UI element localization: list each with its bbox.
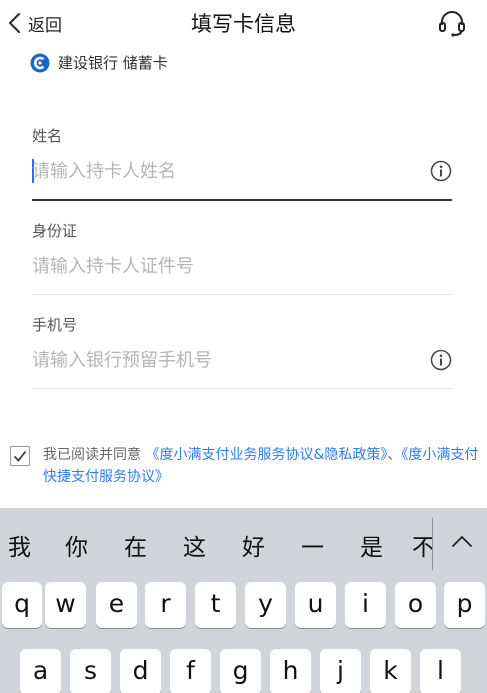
id-field: 身份证 [32,220,452,295]
key-i[interactable]: i [345,582,386,628]
bank-card-info: 建设银行 储蓄卡 [30,52,168,73]
info-icon[interactable] [430,349,452,371]
key-s[interactable]: s [70,649,111,693]
key-y[interactable]: y [245,582,286,628]
key-a[interactable]: a [20,649,61,693]
info-icon[interactable] [430,160,452,182]
agreement-text: 我已阅读并同意 《度小满支付业务服务协议&隐私政策》、《度小满支付快捷支付服务协… [43,444,483,488]
key-e[interactable]: e [96,582,137,628]
candidate-word[interactable]: 好 [242,528,265,562]
keyboard: 我 你 在 这 好 一 是 不 q w e r t y u i o p a s … [0,508,487,693]
phone-input[interactable] [32,345,432,375]
candidate-bar: 我 你 在 这 好 一 是 不 [0,508,487,580]
key-p[interactable]: p [444,582,485,628]
key-j[interactable]: j [320,649,361,693]
key-f[interactable]: f [170,649,211,693]
candidate-word[interactable]: 不 [412,528,432,562]
key-g[interactable]: g [220,649,261,693]
key-u[interactable]: u [295,582,336,628]
key-d[interactable]: d [120,649,161,693]
key-k[interactable]: k [370,649,411,693]
candidate-word[interactable]: 在 [124,528,147,562]
service-agreement-link[interactable]: 《度小满支付业务服务协议&隐私政策》 [145,447,387,463]
candidate-word[interactable]: 我 [8,528,31,562]
key-w[interactable]: w [45,582,86,628]
ccb-logo-icon [30,53,50,72]
agreement-checkbox[interactable] [10,446,30,466]
id-label: 身份证 [32,222,78,240]
page-title: 填写卡信息 [191,12,296,36]
key-q[interactable]: q [2,582,42,628]
bank-name: 建设银行 储蓄卡 [58,54,168,72]
id-underline [32,294,452,295]
chevron-up-icon[interactable] [446,526,478,558]
id-input[interactable] [32,251,432,281]
key-h[interactable]: h [270,649,311,693]
name-input[interactable] [32,156,432,186]
candidate-divider [432,518,433,570]
name-field: 姓名 [32,125,452,201]
key-t[interactable]: t [195,582,236,628]
check-icon [13,451,27,462]
key-l[interactable]: l [420,649,461,693]
key-r[interactable]: r [145,582,186,628]
headset-icon[interactable] [437,8,467,38]
name-label: 姓名 [32,127,63,145]
phone-label: 手机号 [32,316,78,334]
key-o[interactable]: o [395,582,436,628]
phone-underline [32,388,452,389]
agreement-separator: 、 [387,447,402,463]
candidate-word[interactable]: 你 [65,528,88,562]
candidate-word[interactable]: 是 [360,528,383,562]
candidate-word[interactable]: 这 [183,528,206,562]
phone-field: 手机号 [32,314,452,389]
candidate-word[interactable]: 一 [301,528,324,562]
nav-bar: 返回 填写卡信息 [0,0,487,46]
name-underline [32,199,452,201]
agreement-prefix: 我已阅读并同意 [43,447,141,463]
